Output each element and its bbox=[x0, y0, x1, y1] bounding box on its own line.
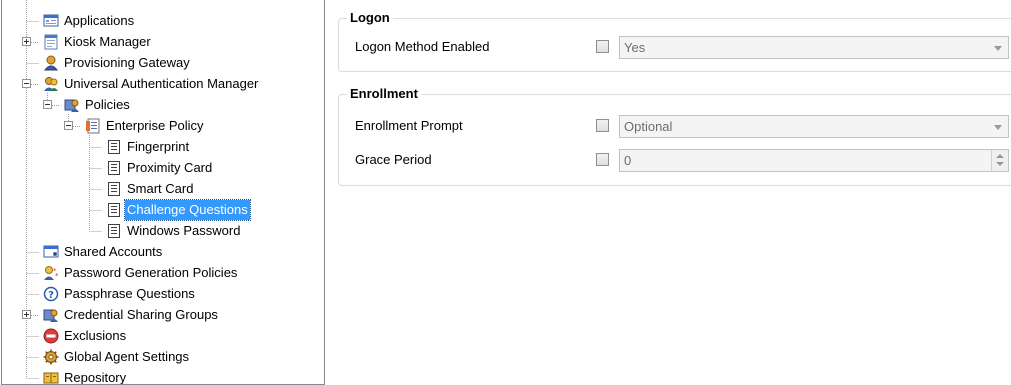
credential-groups-icon bbox=[43, 309, 58, 322]
repository-icon bbox=[43, 372, 59, 384]
document-icon bbox=[108, 140, 120, 154]
chevron-down-icon bbox=[994, 46, 1002, 51]
tree-item-label-selected: Challenge Questions bbox=[124, 199, 251, 221]
authentication-manager-icon bbox=[44, 77, 58, 91]
document-icon bbox=[108, 161, 120, 175]
tree-item-label: Provisioning Gateway bbox=[64, 55, 190, 70]
logon-method-checkbox[interactable] bbox=[596, 40, 609, 53]
tree-item-label: Smart Card bbox=[127, 181, 194, 196]
exclusions-icon bbox=[43, 328, 59, 344]
tree-item-label: Global Agent Settings bbox=[64, 349, 190, 364]
question-icon: ? bbox=[43, 286, 59, 302]
spin-down-icon[interactable] bbox=[996, 162, 1004, 166]
expand-toggle[interactable] bbox=[22, 37, 31, 46]
tree-item-label: Passphrase Questions bbox=[64, 286, 195, 301]
spin-buttons[interactable] bbox=[991, 150, 1008, 171]
enrollment-prompt-value: Optional bbox=[624, 119, 673, 134]
logon-method-dropdown[interactable]: Yes bbox=[619, 36, 1009, 59]
applications-icon bbox=[43, 14, 59, 27]
grace-period-checkbox[interactable] bbox=[596, 153, 609, 166]
tree-item-label: Enterprise Policy bbox=[106, 118, 204, 133]
enrollment-prompt-dropdown[interactable]: Optional bbox=[619, 115, 1009, 138]
enrollment-group-title: Enrollment bbox=[347, 86, 421, 101]
shared-accounts-icon bbox=[43, 245, 59, 258]
svg-text:*: * bbox=[55, 272, 59, 280]
document-icon bbox=[108, 224, 120, 238]
password-generation-icon: * * bbox=[44, 266, 59, 280]
logon-group: Logon Logon Method Enabled Yes bbox=[338, 10, 1011, 72]
logon-method-label: Logon Method Enabled bbox=[355, 39, 490, 54]
tree-item-label: Exclusions bbox=[64, 328, 127, 343]
tree-item-label: Password Generation Policies bbox=[64, 265, 238, 280]
collapse-toggle[interactable] bbox=[43, 100, 52, 109]
enrollment-prompt-checkbox[interactable] bbox=[596, 119, 609, 132]
collapse-toggle[interactable] bbox=[22, 79, 31, 88]
enrollment-prompt-label: Enrollment Prompt bbox=[355, 118, 463, 133]
tree-item-label: Proximity Card bbox=[127, 160, 213, 175]
navigation-tree[interactable]: Applications Kiosk Manager Provisioning … bbox=[1, 0, 325, 385]
document-icon bbox=[108, 203, 120, 217]
tree-item-label: Policies bbox=[85, 97, 130, 112]
chevron-down-icon bbox=[994, 125, 1002, 130]
svg-text:?: ? bbox=[48, 290, 54, 301]
tree-item-label: Fingerprint bbox=[127, 139, 190, 154]
kiosk-manager-icon bbox=[44, 34, 58, 50]
tree-item-label: Universal Authentication Manager bbox=[64, 76, 259, 91]
document-icon bbox=[108, 182, 120, 196]
global-settings-icon bbox=[43, 349, 59, 365]
policy-document-icon bbox=[86, 118, 100, 134]
collapse-toggle[interactable] bbox=[64, 121, 73, 130]
tree-item-label: Credential Sharing Groups bbox=[64, 307, 218, 322]
grace-period-label: Grace Period bbox=[355, 152, 432, 167]
tree-item-label: Windows Password bbox=[127, 223, 241, 238]
spin-up-icon[interactable] bbox=[996, 154, 1004, 158]
tree-item-label: Kiosk Manager bbox=[64, 34, 151, 49]
tree-item-label: Repository bbox=[64, 370, 127, 385]
enrollment-group: Enrollment Enrollment Prompt Optional Gr… bbox=[338, 86, 1011, 186]
policies-icon bbox=[64, 99, 79, 112]
grace-period-stepper[interactable]: 0 bbox=[619, 149, 1009, 172]
grace-period-value: 0 bbox=[624, 153, 632, 168]
logon-method-value: Yes bbox=[624, 40, 646, 55]
logon-group-title: Logon bbox=[347, 10, 393, 25]
tree-item-label: Applications bbox=[64, 13, 135, 28]
expand-toggle[interactable] bbox=[22, 310, 31, 319]
tree-item-label: Shared Accounts bbox=[64, 244, 163, 259]
provisioning-gateway-icon bbox=[43, 55, 59, 71]
